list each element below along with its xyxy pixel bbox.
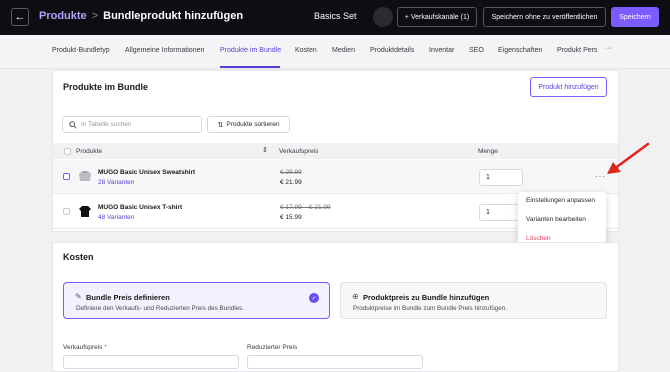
table-row: MUGO Basic Unisex Sweatshirt 28 Variante… bbox=[53, 160, 618, 194]
sale-price: € 21.99 bbox=[280, 179, 302, 186]
column-quantity: Menge bbox=[478, 148, 498, 155]
sort-products-label: Produkte sortieren bbox=[226, 121, 280, 128]
tab-bundle-type[interactable]: Produkt-Bundletyp bbox=[52, 47, 110, 54]
check-circle-icon: ✓ bbox=[309, 293, 319, 303]
bundle-products-title: Produkte im Bundle bbox=[63, 82, 149, 92]
product-avatar bbox=[373, 7, 393, 27]
breadcrumb-separator: > bbox=[91, 10, 99, 22]
sale-price: € 15.99 bbox=[280, 214, 302, 221]
option-title: Bundle Preis definieren bbox=[86, 293, 170, 302]
tabs-more-button[interactable]: ··· bbox=[605, 45, 612, 52]
back-button[interactable]: ← bbox=[11, 8, 29, 26]
quantity-input[interactable]: 1 bbox=[479, 169, 523, 186]
tab-media[interactable]: Medien bbox=[332, 47, 355, 54]
arrow-left-icon: ← bbox=[14, 11, 26, 23]
product-name: Basics Set bbox=[314, 11, 357, 21]
table-header: Produkte ⇕ Verkaufspreis Menge bbox=[53, 143, 618, 159]
original-price: € 29.99 bbox=[280, 169, 302, 176]
search-input[interactable]: In Tabelle suchen bbox=[62, 116, 202, 133]
tab-costs[interactable]: Kosten bbox=[295, 47, 317, 54]
column-products[interactable]: Produkte bbox=[76, 148, 102, 155]
tab-inventory[interactable]: Inventar bbox=[429, 47, 454, 54]
option-title: Produktpreis zu Bundle hinzufügen bbox=[363, 293, 490, 302]
annotation-arrow-icon bbox=[607, 142, 650, 174]
plus-circle-icon: ⊕ bbox=[352, 292, 359, 301]
tab-seo[interactable]: SEO bbox=[469, 47, 484, 54]
sort-icon: ⇅ bbox=[217, 121, 224, 129]
active-tab-indicator bbox=[220, 66, 280, 68]
page-title: Bundleprodukt hinzufügen bbox=[103, 10, 244, 22]
add-product-button[interactable]: Produkt hinzufügen bbox=[530, 77, 607, 97]
breadcrumb: Produkte > Bundleprodukt hinzufügen bbox=[39, 10, 243, 22]
original-price: € 17.99 – € 21.99 bbox=[280, 204, 331, 211]
menu-item-edit-variants[interactable]: Varianten bearbeiten bbox=[526, 216, 586, 223]
tab-personalization[interactable]: Produkt Pers bbox=[557, 47, 597, 54]
product-variants-link[interactable]: 48 Varianten bbox=[98, 214, 134, 221]
option-add-product-price[interactable]: ⊕ Produktpreis zu Bundle hinzufügen Prod… bbox=[340, 282, 607, 319]
search-icon bbox=[69, 120, 77, 129]
sales-channels-button[interactable]: + Verkaufskanäle (1) bbox=[397, 7, 477, 27]
product-name: MUGO Basic Unisex T-shirt bbox=[98, 204, 183, 211]
save-draft-button[interactable]: Speichern ohne zu veröffentlichen bbox=[483, 7, 606, 27]
sale-price-input[interactable] bbox=[63, 355, 239, 369]
product-name: MUGO Basic Unisex Sweatshirt bbox=[98, 169, 196, 176]
tshirt-thumbnail bbox=[79, 206, 91, 217]
row-checkbox[interactable] bbox=[63, 208, 70, 215]
tab-properties[interactable]: Eigenschaften bbox=[498, 47, 542, 54]
quantity-input[interactable]: 1 bbox=[479, 204, 523, 221]
costs-title: Kosten bbox=[63, 252, 94, 262]
menu-item-adjust-settings[interactable]: Einstellungen anpassen bbox=[526, 197, 595, 204]
pencil-icon: ✎ bbox=[75, 292, 82, 301]
tab-product-details[interactable]: Produktdetails bbox=[370, 47, 414, 54]
sale-price-label: Verkaufspreis * bbox=[63, 344, 107, 351]
breadcrumb-root[interactable]: Produkte bbox=[39, 10, 87, 22]
top-bar: ← Produkte > Bundleprodukt hinzufügen Basi… bbox=[0, 0, 670, 35]
row-checkbox[interactable] bbox=[63, 173, 70, 180]
menu-item-delete[interactable]: Löschen bbox=[526, 235, 551, 242]
tab-bundle-products[interactable]: Produkte im Bundle bbox=[220, 47, 281, 54]
sweatshirt-thumbnail bbox=[79, 171, 91, 181]
search-placeholder: In Tabelle suchen bbox=[81, 121, 132, 128]
reduced-price-input[interactable] bbox=[247, 355, 423, 369]
select-all-checkbox[interactable] bbox=[64, 148, 71, 155]
option-description: Definiere den Verkaufs- und Reduzierten … bbox=[76, 305, 245, 312]
reduced-price-label: Reduzierter Preis bbox=[247, 344, 298, 351]
tab-general-info[interactable]: Allgemeine Informationen bbox=[125, 47, 204, 54]
option-description: Produktpreise im Bundle zum Bundle Preis… bbox=[353, 305, 508, 312]
sort-chevron-icon[interactable]: ⇕ bbox=[262, 146, 268, 154]
save-button[interactable]: Speichern bbox=[611, 7, 659, 27]
option-define-bundle-price[interactable]: ✎ Bundle Preis definieren Definiere den … bbox=[63, 282, 330, 319]
product-variants-link[interactable]: 28 Varianten bbox=[98, 179, 134, 186]
sort-products-button[interactable]: ⇅ Produkte sortieren bbox=[207, 116, 290, 133]
column-sale-price: Verkaufspreis bbox=[279, 148, 319, 155]
tab-bar: Produkt-Bundletyp Allgemeine Information… bbox=[0, 35, 670, 69]
